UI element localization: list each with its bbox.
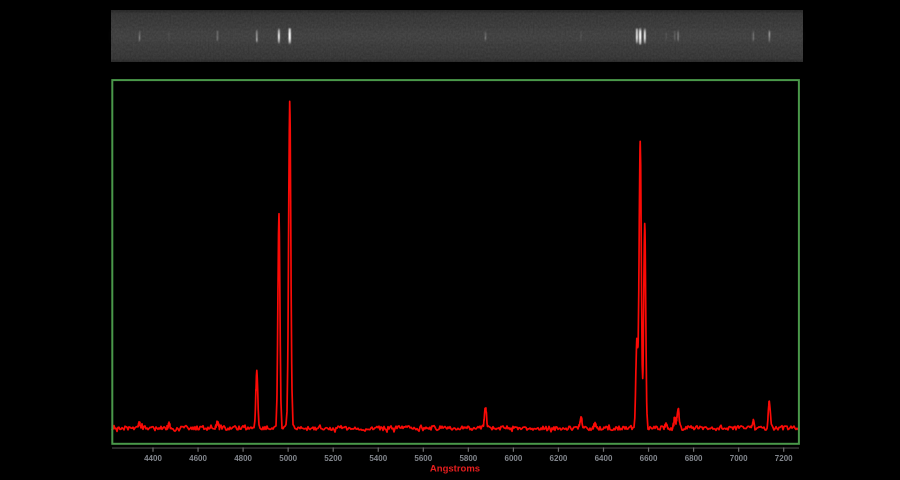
svg-text:5200: 5200 — [324, 454, 342, 463]
svg-text:4800: 4800 — [234, 454, 252, 463]
svg-text:5600: 5600 — [414, 454, 432, 463]
svg-text:7000: 7000 — [730, 454, 748, 463]
svg-text:6000: 6000 — [505, 454, 523, 463]
svg-text:6200: 6200 — [550, 454, 568, 463]
svg-text:6600: 6600 — [640, 454, 658, 463]
svg-text:7200: 7200 — [775, 454, 793, 463]
svg-text:4600: 4600 — [189, 454, 207, 463]
svg-text:5000: 5000 — [279, 454, 297, 463]
svg-text:5400: 5400 — [369, 454, 387, 463]
svg-text:6400: 6400 — [595, 454, 613, 463]
svg-text:Angstroms: Angstroms — [430, 463, 480, 474]
svg-text:4400: 4400 — [144, 454, 162, 463]
svg-text:5800: 5800 — [459, 454, 477, 463]
svg-text:6800: 6800 — [685, 454, 703, 463]
